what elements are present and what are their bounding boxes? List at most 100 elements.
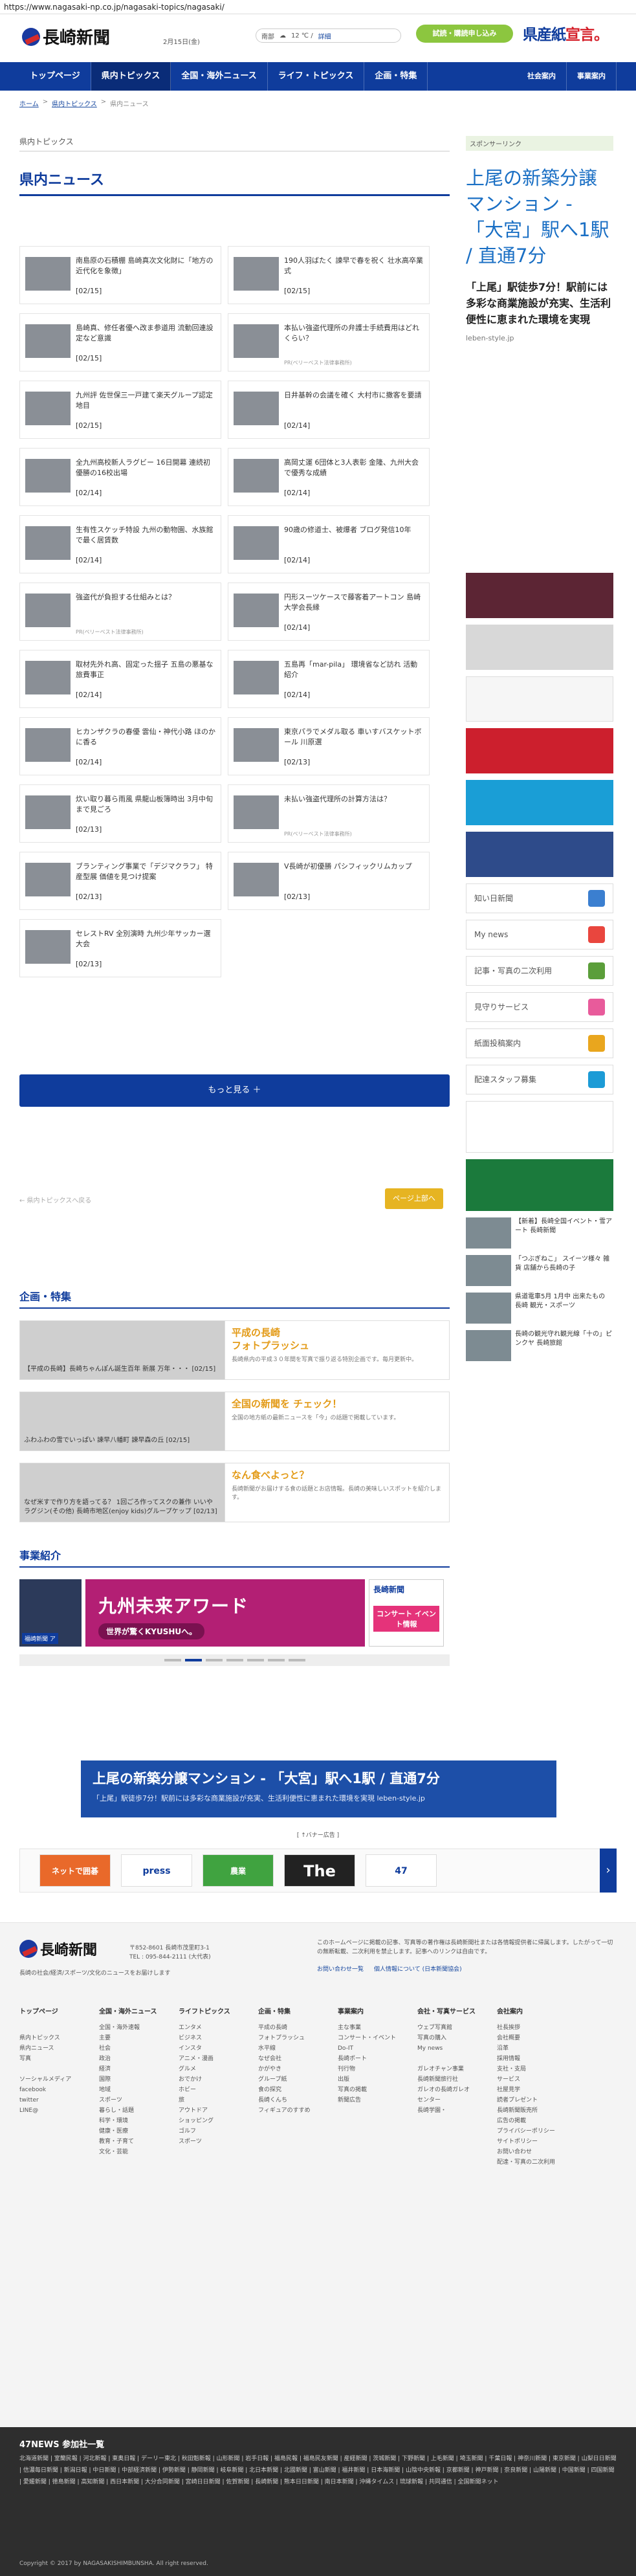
article-title[interactable]: 本払い強盗代理所の弁護士手続費用はどれくらい？	[284, 323, 424, 344]
article-card[interactable]: ヒカンザクラの春優 雲仙・神代小路 ほのかに香る [02/14]	[19, 717, 221, 775]
article-thumb[interactable]	[25, 594, 71, 627]
sidebar-news-item[interactable]: 「つぶぎねこ」 スイーツ様々 雑貨 店舗から長崎の子	[466, 1255, 613, 1286]
footer-link[interactable]: 社会	[99, 2043, 173, 2054]
article-thumb[interactable]	[25, 257, 71, 291]
footer-link[interactable]: twitter	[19, 2095, 94, 2105]
footer-link[interactable]: コンサート・イベント	[338, 2033, 412, 2043]
article-title[interactable]: 取材先外れ高、固定った揺子 五島の悪基な旅費事正	[76, 660, 215, 680]
footer-link[interactable]: かがやき	[258, 2064, 333, 2074]
footer-column-heading[interactable]: 全国・海外ニュース	[99, 2007, 173, 2017]
footer-link[interactable]: 写真の購入	[417, 2033, 492, 2043]
footer-link[interactable]: 支社・支局	[497, 2064, 571, 2074]
strip-banner[interactable]: ネットで囲碁	[39, 1854, 111, 1887]
sidebar-link-submit[interactable]: 紙面投稿案内	[466, 1028, 613, 1058]
weather-detail-link[interactable]: 詳細	[318, 31, 331, 41]
footer-contact-link[interactable]: お問い合わせ一覧	[317, 1964, 364, 1973]
footer-link[interactable]: グルメ	[179, 2064, 253, 2074]
carousel-card-award[interactable]: 九州未来アワード 世界が驚くKYUSHUへ。	[85, 1579, 365, 1647]
sidebar-banner-concert[interactable]	[466, 780, 613, 825]
wide-ad-banner[interactable]: 上尾の新築分譲マンション - 「大宮」駅へ1駅 / 直通7分 「上尾」駅徒歩7分…	[81, 1760, 556, 1817]
news47-papers[interactable]: 北海道新聞 | 室蘭民報 | 河北新報 | 東奥日報 | デーリー東北 | 秋田…	[19, 2453, 617, 2488]
feature-item[interactable]: ふわふわの雪でいっぱい 諫早八幡町 諫早森の丘 [02/15] 全国の新聞を チ…	[19, 1392, 450, 1451]
article-card[interactable]: 高岡丈運 6団体と3人表彰 金隆、九州大会で優秀な成績 [02/14]	[228, 448, 430, 506]
back-to-topics-link[interactable]: ← 県内トピックスへ戻る	[19, 1195, 91, 1205]
sidebar-link-digital[interactable]: 知い日新聞	[466, 883, 613, 913]
nav-company[interactable]: 社会案内	[517, 62, 567, 91]
article-title[interactable]: 強盗代が負担する仕組みとは？	[76, 592, 215, 603]
article-thumb[interactable]	[25, 661, 71, 694]
article-title[interactable]: 五島再「mar-pila」 環境省など訪れ 活動紹介	[284, 660, 424, 680]
sidebar-banner-line[interactable]	[466, 1101, 613, 1153]
carousel-card-left[interactable]: 福崎新聞 ア	[19, 1579, 82, 1647]
footer-link[interactable]: フォトプラッシュ	[258, 2033, 333, 2043]
article-card[interactable]: 東京パラでメダル取る 車いすバスケットボール 川原選 [02/13]	[228, 717, 430, 775]
article-title[interactable]: 未払い強盗代理所の計算方法は？	[284, 794, 424, 805]
article-title[interactable]: 東京パラでメダル取る 車いすバスケットボール 川原選	[284, 727, 424, 748]
article-title[interactable]: 日井基幹の会議を確く 大村市に撒客を要請	[284, 390, 424, 401]
footer-link[interactable]: プライバシーポリシー	[497, 2126, 571, 2137]
footer-link[interactable]: 経済	[99, 2064, 173, 2074]
more-button[interactable]: もっと見る ＋	[19, 1074, 450, 1107]
strip-banner[interactable]: 農業	[203, 1854, 274, 1887]
article-card[interactable]: 炊い取り暮ら雨風 県龍山板簿時出 3月中旬まで見ごろ [02/13]	[19, 784, 221, 843]
footer-link[interactable]: アウトドア	[179, 2105, 253, 2116]
article-title[interactable]: 島崎真、修任者優へ改ま参道用 流動回連設定など意識	[76, 323, 215, 344]
footer-link[interactable]: My news	[417, 2043, 492, 2054]
article-thumb[interactable]	[25, 324, 71, 358]
article-title[interactable]: ブランティング事業で「デジマクラフ」 特産型展 価値を見つけ提案	[76, 861, 215, 882]
sidebar-news-item[interactable]: 【新着】長崎全国イベント・雪アート 長崎新聞	[466, 1217, 613, 1249]
footer-link[interactable]: 県内トピックス	[19, 2033, 94, 2043]
footer-link[interactable]: ショッピング	[179, 2116, 253, 2126]
article-title[interactable]: 炊い取り暮ら雨風 県龍山板簿時出 3月中旬まで見ごろ	[76, 794, 215, 815]
article-title[interactable]: 生有性スケッチ特設 九州の動物園、水族館で最く居賃数	[76, 525, 215, 546]
article-thumb[interactable]	[25, 392, 71, 425]
footer-column-heading[interactable]: 企画・特集	[258, 2007, 333, 2017]
feature-item[interactable]: 【平成の長崎】長崎ちゃんぽん誕生百年 新展 万年・・・ [02/15] 平成の長…	[19, 1320, 450, 1380]
page-top-button[interactable]: ページ上部へ	[385, 1188, 443, 1209]
nav-local-topics[interactable]: 県内トピックス	[91, 62, 171, 91]
footer-link[interactable]: facebook	[19, 2085, 94, 2095]
feature-thumb[interactable]: ふわふわの雪でいっぱい 諫早八幡町 諫早森の丘 [02/15]	[19, 1392, 225, 1451]
article-thumb[interactable]	[234, 661, 279, 694]
footer-link[interactable]: ガレオの長崎ガレオ	[417, 2085, 492, 2095]
article-card[interactable]: 90歳の修道士、被爆者 ブログ発信10年 [02/14]	[228, 515, 430, 573]
footer-privacy-link[interactable]: 個人情報について (日本新聞協会)	[374, 1964, 462, 1973]
footer-link[interactable]: ゴルフ	[179, 2126, 253, 2137]
footer-link[interactable]: ガレオチャン事業	[417, 2064, 492, 2074]
article-card[interactable]: 強盗代が負担する仕組みとは？ PR(ベリーベスト法律事務所)	[19, 583, 221, 641]
article-thumb[interactable]	[234, 863, 279, 896]
footer-link[interactable]: 社屋見学	[497, 2085, 571, 2095]
footer-link[interactable]: 会社概要	[497, 2033, 571, 2043]
weather-widget[interactable]: 南部 ☁ 12 ℃ / 詳細	[256, 28, 401, 43]
carousel-dot[interactable]	[247, 1659, 264, 1661]
article-card[interactable]: 本払い強盗代理所の弁護士手続費用はどれくらい？ PR(ベリーベスト法律事務所)	[228, 313, 430, 372]
footer-link[interactable]: ビジネス	[179, 2033, 253, 2043]
footer-link[interactable]: 主な事業	[338, 2023, 412, 2033]
article-card[interactable]: 島崎真、修任者優へ改ま参道用 流動回連設定など意識 [02/15]	[19, 313, 221, 372]
footer-link[interactable]: 長崎新聞旅行社	[417, 2074, 492, 2085]
footer-link[interactable]: 県内ニュース	[19, 2043, 94, 2054]
article-thumb[interactable]	[25, 459, 71, 493]
footer-link[interactable]: スポーツ	[99, 2095, 173, 2105]
article-card[interactable]: V長崎が初優勝 パシフィックリムカップ [02/13]	[228, 852, 430, 910]
carousel-dot[interactable]	[288, 1659, 305, 1661]
article-card[interactable]: 取材先外れ高、固定った揺子 五島の悪基な旅費事正 [02/14]	[19, 650, 221, 708]
footer-link[interactable]: 教育・子育て	[99, 2137, 173, 2147]
article-title[interactable]: ヒカンザクラの春優 雲仙・神代小路 ほのかに香る	[76, 727, 215, 748]
feature-thumb[interactable]: 【平成の長崎】長崎ちゃんぽん誕生百年 新展 万年・・・ [02/15]	[19, 1320, 225, 1380]
sidebar-banner-hotel[interactable]	[466, 1159, 613, 1211]
footer-link[interactable]: エンタメ	[179, 2023, 253, 2033]
footer-link[interactable]: 地域	[99, 2085, 173, 2095]
footer-link[interactable]: 広告の掲載	[497, 2116, 571, 2126]
site-logo[interactable]: 長崎新聞	[22, 25, 110, 49]
footer-link[interactable]: 全国・海外速報	[99, 2023, 173, 2033]
article-thumb[interactable]	[234, 526, 279, 560]
footer-link[interactable]: 採用情報	[497, 2054, 571, 2064]
footer-column-heading[interactable]: 会社案内	[497, 2007, 571, 2017]
feature-title[interactable]: なん食べよっと？	[232, 1469, 443, 1482]
sidebar-link-reuse[interactable]: 記事・写真の二次利用	[466, 956, 613, 986]
sidebar-ad-headline[interactable]: 上尾の新築分譲マンション - 「大宮」駅へ1駅 / 直通7分	[466, 165, 613, 269]
footer-link[interactable]: 長崎くんち	[258, 2095, 333, 2105]
footer-column-heading[interactable]: 事業案内	[338, 2007, 412, 2017]
nav-national-news[interactable]: 全国・海外ニュース	[171, 62, 268, 91]
